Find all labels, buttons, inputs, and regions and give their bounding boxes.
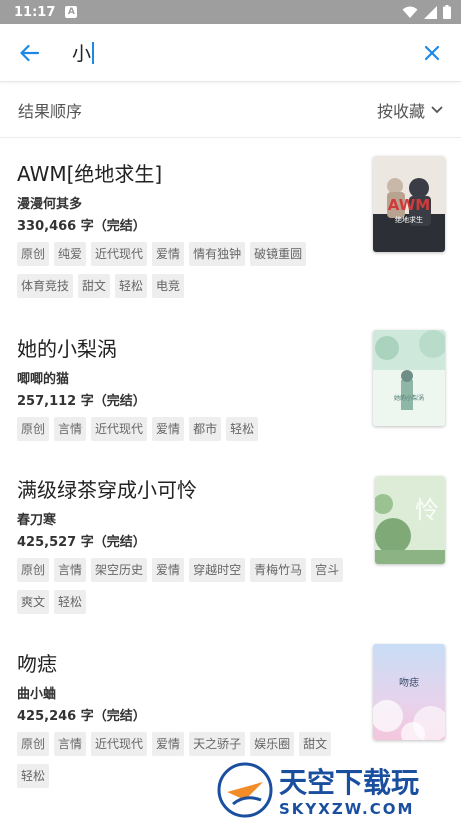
book-tag[interactable]: 体育竞技 [17,274,74,298]
book-cover-image: 怜 [375,476,445,564]
book-tag[interactable]: 甜文 [299,732,332,756]
status-time: 11:17 [14,4,56,20]
book-tag[interactable]: 破镜重圆 [250,242,307,266]
book-tag[interactable]: 近代现代 [91,732,148,756]
book-tag[interactable]: 宫斗 [311,558,344,582]
book-tag[interactable]: 轻松 [54,590,87,614]
book-tag[interactable]: 言情 [54,417,87,441]
book-tags: 原创 言情 架空历史 爱情 穿越时空 青梅竹马 宫斗 爽文 轻松 [17,558,357,614]
cover-subtitle: 绝地求生 [395,215,423,224]
cover-title: AWM [388,196,430,214]
back-button[interactable] [14,38,44,68]
book-cover[interactable]: 她的小梨涡 [373,330,445,426]
book-tag[interactable]: 电竞 [152,274,185,298]
book-tag[interactable]: 言情 [54,732,87,756]
book-cover-image: AWM 绝地求生 [373,156,445,252]
close-icon [424,45,440,60]
book-tags: 原创 纯爱 近代现代 爱情 情有独钟 破镜重圆 体育竞技 甜文 轻松 电竞 [17,242,357,298]
book-tag[interactable]: 轻松 [226,417,259,441]
search-query-text: 小 [72,43,92,65]
sort-label: 结果顺序 [18,101,83,121]
sort-order-value: 按收藏 [376,101,425,121]
notification-icon: A [65,6,78,18]
book-item[interactable]: 她的小梨涡 唧唧的猫 257,112 字（完结） 原创 言情 近代现代 爱情 都… [0,330,461,441]
book-tags: 原创 言情 近代现代 爱情 都市 轻松 [17,417,357,441]
cover-title: 吻痣 [399,676,419,689]
arrow-left-icon [20,44,39,61]
book-cover[interactable]: 吻痣 [373,644,445,740]
wifi-icon [402,6,418,18]
book-tag[interactable]: 情有独钟 [189,242,246,266]
clear-button[interactable] [417,38,447,68]
book-cover[interactable]: AWM 绝地求生 [373,156,445,252]
book-tag[interactable]: 原创 [17,242,50,266]
watermark-url: SKYXZW.COM [279,800,414,818]
book-item[interactable]: 满级绿茶穿成小可怜 春刀寒 425,527 字（完结） 原创 言情 架空历史 爱… [0,474,461,614]
watermark-logo: 天空下载玩 SKYXZW.COM [217,762,419,818]
book-tag[interactable]: 纯爱 [54,242,87,266]
text-cursor [92,41,95,64]
book-tag[interactable]: 爱情 [152,242,185,266]
search-bar: 小 [0,24,461,82]
cover-title: 她的小梨涡 [394,394,424,402]
book-tag[interactable]: 娱乐圈 [250,732,295,756]
book-tag[interactable]: 架空历史 [91,558,148,582]
book-tag[interactable]: 爱情 [152,558,185,582]
book-tag[interactable]: 青梅竹马 [250,558,307,582]
chevron-down-icon [431,106,443,113]
book-tag[interactable]: 近代现代 [91,417,148,441]
book-tag[interactable]: 轻松 [17,764,50,788]
book-tag[interactable]: 原创 [17,732,50,756]
book-tag[interactable]: 轻松 [115,274,148,298]
book-tag[interactable]: 近代现代 [91,242,148,266]
status-icons [402,5,451,19]
book-cover-image: 她的小梨涡 [373,330,445,426]
book-tag[interactable]: 穿越时空 [189,558,246,582]
sort-order-dropdown[interactable]: 按收藏 [377,98,443,122]
book-tag[interactable]: 爽文 [17,590,50,614]
book-tag[interactable]: 爱情 [152,417,185,441]
book-tag[interactable]: 爱情 [152,732,185,756]
status-bar: 11:17 A [0,0,461,24]
watermark: 天空下载玩 SKYXZW.COM [215,760,461,821]
book-tag[interactable]: 原创 [17,417,50,441]
battery-icon [443,5,451,19]
search-input[interactable]: 小 [72,39,417,66]
cover-title: 怜 [415,496,439,524]
watermark-text: 天空下载玩 [279,766,419,799]
book-cover[interactable]: 怜 [375,476,445,564]
book-cover-image: 吻痣 [373,644,445,740]
book-tag[interactable]: 言情 [54,558,87,582]
signal-icon [424,5,437,19]
book-tag[interactable]: 甜文 [78,274,111,298]
book-tag[interactable]: 天之骄子 [189,732,246,756]
book-tag[interactable]: 原创 [17,558,50,582]
book-tag[interactable]: 都市 [189,417,222,441]
sort-bar: 结果顺序 按收藏 [0,82,461,138]
book-item[interactable]: AWM[绝地求生] 漫漫何其多 330,466 字（完结） 原创 纯爱 近代现代… [0,156,461,298]
